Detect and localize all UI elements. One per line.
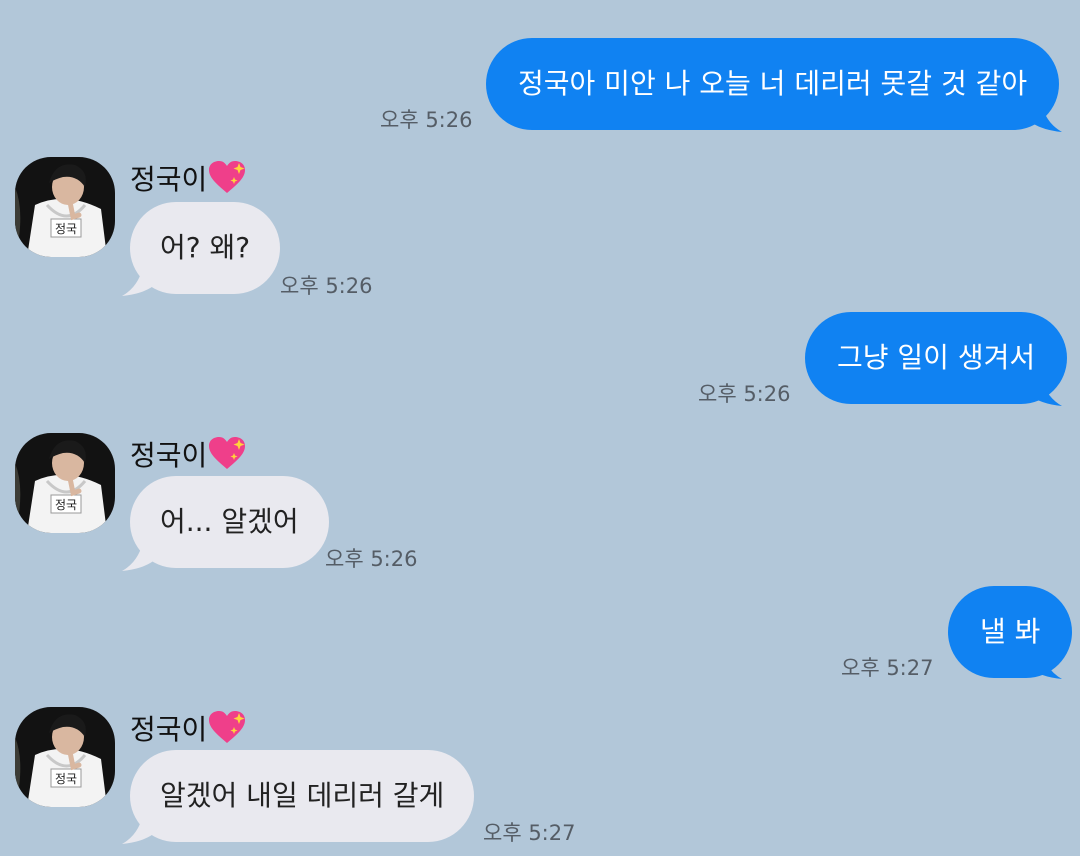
chat-area: 정국아 미안 나 오늘 너 데리러 못갈 것 같아 오후 5:26 정국 정국이… <box>0 0 1080 856</box>
svg-text:정국: 정국 <box>55 772 77 786</box>
message-timestamp: 오후 5:27 <box>841 656 934 680</box>
message-bubble-incoming[interactable]: 알겠어 내일 데리러 갈게 <box>130 750 475 842</box>
svg-text:정국: 정국 <box>55 222 77 236</box>
avatar[interactable]: 정국 <box>15 707 115 807</box>
message-timestamp: 오후 5:26 <box>280 274 373 298</box>
avatar-photo: 정국 <box>15 707 115 807</box>
bubble-tail <box>1028 98 1062 132</box>
message-timestamp: 오후 5:26 <box>325 547 418 571</box>
avatar-photo: 정국 <box>15 157 115 257</box>
avatar[interactable]: 정국 <box>15 157 115 257</box>
message-bubble-incoming[interactable]: 어... 알겠어 <box>130 476 329 568</box>
sender-name-text: 정국이 <box>130 439 208 472</box>
message-bubble-outgoing[interactable]: 정국아 미안 나 오늘 너 데리러 못갈 것 같아 <box>486 38 1060 130</box>
message-timestamp: 오후 5:26 <box>698 382 791 406</box>
message-timestamp: 오후 5:26 <box>380 108 473 132</box>
message-timestamp: 오후 5:27 <box>483 821 576 845</box>
sender-name-text: 정국이 <box>130 713 208 746</box>
message-bubble-incoming[interactable]: 어? 왜? <box>130 202 281 294</box>
avatar[interactable]: 정국 <box>15 433 115 533</box>
sender-name: 정국이 <box>130 434 246 474</box>
bubble-tail <box>1028 372 1062 406</box>
sparkling-heart-icon <box>209 161 246 193</box>
svg-text:정국: 정국 <box>55 498 77 512</box>
sender-name-text: 정국이 <box>130 163 208 196</box>
avatar-photo: 정국 <box>15 433 115 533</box>
bubble-tail <box>1028 645 1062 679</box>
sender-name: 정국이 <box>130 708 246 748</box>
sender-name: 정국이 <box>130 158 246 198</box>
sparkling-heart-icon <box>209 711 246 743</box>
sparkling-heart-icon <box>209 437 246 469</box>
